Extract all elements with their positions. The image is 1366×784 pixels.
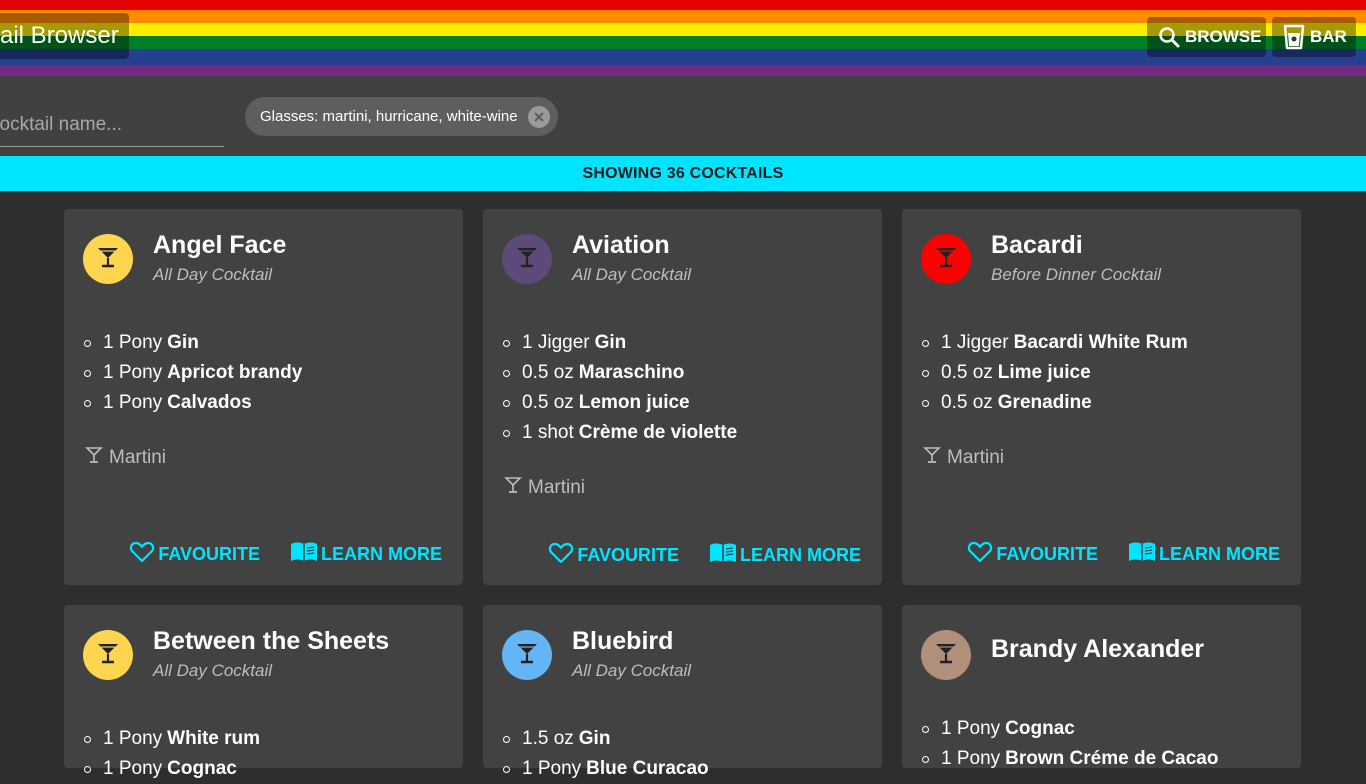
cocktail-avatar — [83, 234, 133, 284]
bar-label: BAR — [1310, 27, 1347, 46]
glass-type: Martini — [923, 446, 1004, 470]
card-actions: FAVOURITE LEARN MORE — [967, 540, 1280, 569]
glass-filter-chip[interactable]: Glasses: martini, hurricane, white-wine — [245, 97, 558, 136]
chip-label: Glasses: martini, hurricane, white-wine — [260, 108, 518, 125]
ingredient-list: 1 Jigger Bacardi White Rum 0.5 oz Lime jui… — [922, 328, 1188, 418]
app-title[interactable]: ail Browser — [0, 13, 129, 59]
cocktail-avatar — [921, 234, 971, 284]
martini-glass-icon — [514, 244, 540, 275]
cocktail-avatar — [502, 630, 552, 680]
cocktail-card: Bacardi Before Dinner Cocktail 1 Jigger B… — [902, 209, 1301, 585]
cocktail-card: Aviation All Day Cocktail 1 Jigger Gin 0.… — [483, 209, 882, 585]
cocktail-card: Brandy Alexander 1 Pony Cognac 1 Pony Brow… — [902, 605, 1301, 769]
ingredient-item: 1.5 oz Gin — [503, 724, 709, 754]
card-actions: FAVOURITE LEARN MORE — [129, 540, 442, 569]
martini-glass-icon — [95, 640, 121, 671]
glass-type: Martini — [504, 476, 585, 500]
cocktail-category: All Day Cocktail — [572, 661, 692, 680]
cocktail-search-input[interactable] — [0, 104, 224, 147]
cocktail-avatar — [83, 630, 133, 680]
ingredient-item: 1 Pony Cognac — [922, 714, 1218, 744]
heart-icon — [967, 540, 993, 569]
martini-glass-icon — [923, 446, 941, 470]
cocktail-category: All Day Cocktail — [572, 265, 692, 284]
results-count-bar: SHOWING 36 COCKTAILS — [0, 156, 1366, 191]
favourite-button[interactable]: FAVOURITE — [967, 540, 1098, 569]
ingredient-item: 1 shot Crème de violette — [503, 418, 737, 448]
ingredient-item: 1 Pony Gin — [84, 328, 302, 358]
ingredient-list: 1.5 oz Gin 1 Pony Blue Curacao — [503, 724, 709, 784]
martini-glass-icon — [514, 640, 540, 671]
martini-glass-icon — [95, 244, 121, 275]
bar-button[interactable]: BAR — [1272, 17, 1356, 57]
heart-icon — [129, 540, 155, 569]
cocktail-avatar — [921, 630, 971, 680]
martini-glass-icon — [933, 640, 959, 671]
ingredient-item: 0.5 oz Lemon juice — [503, 388, 737, 418]
chip-remove-icon[interactable] — [527, 105, 550, 128]
card-actions: FAVOURITE LEARN MORE — [548, 541, 861, 570]
browse-label: BROWSE — [1185, 27, 1262, 46]
app-header: ail Browser BROWSE BAR — [0, 0, 1366, 76]
cocktail-name: Between the Sheets — [153, 627, 390, 655]
cocktail-category: All Day Cocktail — [153, 265, 273, 284]
cocktail-card: Between the Sheets All Day Cocktail 1 Po… — [64, 605, 463, 779]
glass-type: Martini — [85, 446, 166, 470]
book-icon — [1128, 541, 1156, 568]
cocktail-name: Aviation — [572, 231, 670, 259]
glass-icon — [1282, 24, 1306, 50]
cocktail-category: Before Dinner Cocktail — [991, 265, 1162, 284]
cocktail-card: Angel Face All Day Cocktail 1 Pony Gin 1 … — [64, 209, 463, 585]
ingredient-item: 1 Jigger Bacardi White Rum — [922, 328, 1188, 358]
ingredient-item: 1 Pony Blue Curacao — [503, 754, 709, 784]
cocktail-category: All Day Cocktail — [153, 661, 273, 680]
learn-more-button[interactable]: LEARN MORE — [290, 541, 442, 568]
cocktail-avatar — [502, 234, 552, 284]
ingredient-list: 1 Jigger Gin 0.5 oz Maraschino 0.5 oz Lemon… — [503, 328, 737, 448]
book-icon — [709, 542, 737, 569]
ingredient-list: 1 Pony White rum 1 Pony Cognac — [84, 724, 260, 784]
heart-icon — [548, 541, 574, 570]
favourite-button[interactable]: FAVOURITE — [129, 540, 260, 569]
learn-more-button[interactable]: LEARN MORE — [1128, 541, 1280, 568]
martini-glass-icon — [85, 446, 103, 470]
cocktail-name: Bluebird — [572, 627, 674, 655]
ingredient-item: 1 Pony Calvados — [84, 388, 302, 418]
martini-glass-icon — [933, 244, 959, 275]
ingredient-item: 0.5 oz Lime juice — [922, 358, 1188, 388]
cocktail-card: Bluebird All Day Cocktail 1.5 oz Gin 1 Po… — [483, 605, 882, 779]
ingredient-item: 1 Pony White rum — [84, 724, 260, 754]
cocktail-name: Brandy Alexander — [991, 635, 1205, 663]
ingredient-item: 0.5 oz Maraschino — [503, 358, 737, 388]
ingredient-item: 1 Jigger Gin — [503, 328, 737, 358]
favourite-button[interactable]: FAVOURITE — [548, 541, 679, 570]
ingredient-list: 1 Pony Gin 1 Pony Apricot brandy 1 Pony Cal… — [84, 328, 302, 418]
ingredient-item: 0.5 oz Grenadine — [922, 388, 1188, 418]
cocktail-name: Bacardi — [991, 231, 1083, 259]
ingredient-item: 1 Pony Apricot brandy — [84, 358, 302, 388]
martini-glass-icon — [504, 476, 522, 500]
ingredient-list: 1 Pony Cognac 1 Pony Brown Créme de Cacao — [922, 714, 1218, 774]
book-icon — [290, 541, 318, 568]
search-icon — [1157, 25, 1181, 49]
ingredient-item: 1 Pony Brown Créme de Cacao — [922, 744, 1218, 774]
ingredient-item: 1 Pony Cognac — [84, 754, 260, 784]
learn-more-button[interactable]: LEARN MORE — [709, 542, 861, 569]
cocktail-name: Angel Face — [153, 231, 287, 259]
browse-button[interactable]: BROWSE — [1147, 17, 1266, 57]
